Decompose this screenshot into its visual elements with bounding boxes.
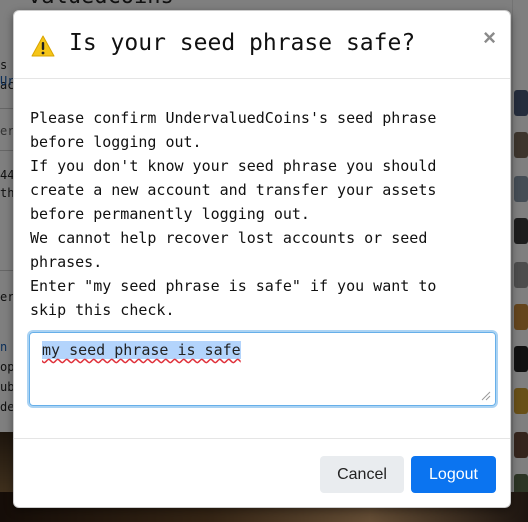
message-line: skip this check. [30, 301, 175, 319]
logout-confirm-dialog: Is your seed phrase safe? × Please confi… [13, 10, 511, 508]
confirm-input-value: my seed phrase is safe [42, 341, 241, 359]
modal-footer: Cancel Logout [14, 438, 510, 509]
modal-header: Is your seed phrase safe? × [14, 11, 510, 79]
close-button[interactable]: × [483, 27, 496, 49]
logout-button[interactable]: Logout [411, 456, 496, 493]
modal-title: Is your seed phrase safe? [69, 30, 416, 56]
message-line: before permanently logging out. [30, 205, 310, 223]
message-line: before logging out. [30, 133, 202, 151]
seed-phrase-confirm-input[interactable]: my seed phrase is safe [29, 332, 496, 406]
message-line: Enter "my seed phrase is safe" if you wa… [30, 277, 437, 295]
cancel-button[interactable]: Cancel [320, 456, 404, 493]
message-line: We cannot help recover lost accounts or … [30, 229, 428, 247]
warning-icon [31, 35, 55, 57]
resize-handle-icon[interactable] [481, 391, 491, 401]
modal-body: Please confirm UndervaluedCoins's seed p… [14, 80, 510, 438]
message-line: Please confirm UndervaluedCoins's seed p… [30, 109, 437, 127]
message-line: create a new account and transfer your a… [30, 181, 437, 199]
message-line: If you don't know your seed phrase you s… [30, 157, 437, 175]
message-line: phrases. [30, 253, 103, 271]
